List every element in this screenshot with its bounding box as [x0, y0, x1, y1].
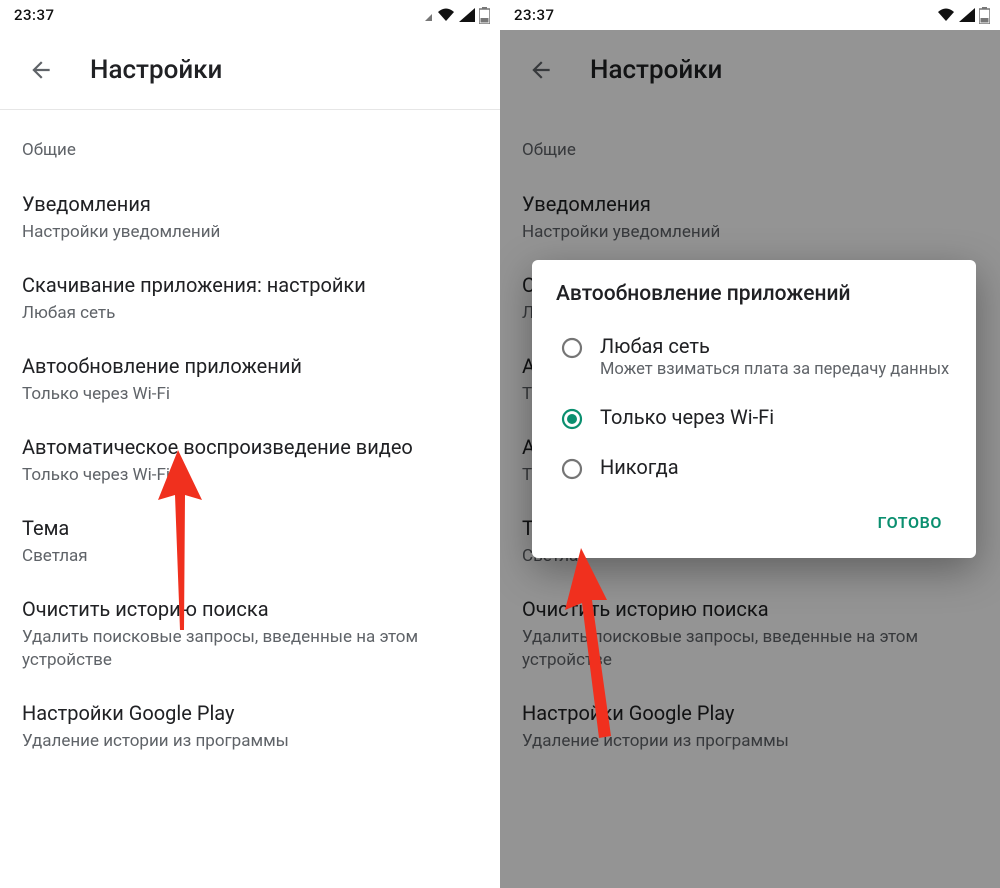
wifi-icon: [937, 8, 955, 22]
arrow-back-icon: [28, 57, 54, 83]
status-bar: 23:37: [0, 0, 500, 30]
item-clear-history[interactable]: Очистить историю поиска Удалить поисковы…: [0, 567, 500, 670]
arrow-back-icon: [528, 57, 554, 83]
back-button[interactable]: [20, 49, 62, 91]
radio-unchecked-icon: [560, 457, 584, 481]
item-sub: Настройки уведомлений: [522, 221, 978, 243]
item-title: Уведомления: [522, 192, 978, 217]
radio-checked-icon: [560, 407, 584, 431]
radio-unchecked-icon: [560, 336, 584, 360]
item-gplay[interactable]: Настройки Google Play Удаление истории и…: [500, 671, 1000, 752]
back-button[interactable]: [520, 49, 562, 91]
cell-signal-icon: [959, 8, 975, 22]
status-icons: [937, 7, 990, 24]
status-time: 23:37: [514, 6, 555, 24]
item-sub: Только через Wi-Fi: [22, 383, 478, 405]
option-label: Никогда: [600, 455, 960, 479]
item-title: Тема: [22, 516, 478, 541]
item-download[interactable]: Скачивание приложения: настройки Любая с…: [0, 243, 500, 324]
item-title: Скачивание приложения: настройки: [22, 273, 478, 298]
phone-right: 23:37 Настройки Общие Уведомления Настро…: [500, 0, 1000, 888]
item-title: Автообновление приложений: [22, 354, 478, 379]
status-bar: 23:37: [500, 0, 1000, 30]
cell-signal-icon: [459, 8, 475, 22]
item-sub: Удалить поисковые запросы, введенные на …: [522, 626, 978, 670]
item-title: Настройки Google Play: [22, 701, 478, 726]
item-sub: Только через Wi-Fi: [22, 464, 478, 486]
item-title: Настройки Google Play: [522, 701, 978, 726]
item-gplay[interactable]: Настройки Google Play Удаление истории и…: [0, 671, 500, 752]
item-notifications[interactable]: Уведомления Настройки уведомлений: [0, 170, 500, 243]
battery-icon: [979, 7, 990, 24]
item-autoplay[interactable]: Автоматическое воспроизведение видео Тол…: [0, 405, 500, 486]
page-title: Настройки: [90, 55, 222, 85]
option-wifi-only[interactable]: Только через Wi-Fi: [556, 393, 960, 443]
item-title: Уведомления: [22, 192, 478, 217]
option-any-network[interactable]: Любая сеть Может взиматься плата за пере…: [556, 322, 960, 393]
item-title: Очистить историю поиска: [22, 597, 478, 622]
item-sub: Настройки уведомлений: [22, 221, 478, 243]
page-title: Настройки: [590, 55, 722, 85]
status-icons: [425, 7, 490, 24]
item-sub: Удаление истории из программы: [522, 730, 978, 752]
dialog-title: Автообновление приложений: [556, 282, 960, 306]
signal-strength-half-icon: [425, 9, 433, 22]
item-sub: Светлая: [22, 545, 478, 567]
item-title: Очистить историю поиска: [522, 597, 978, 622]
item-autoupdate[interactable]: Автообновление приложений Только через W…: [0, 324, 500, 405]
option-label: Любая сеть: [600, 334, 960, 358]
item-notifications[interactable]: Уведомления Настройки уведомлений: [500, 170, 1000, 243]
item-sub: Удаление истории из программы: [22, 730, 478, 752]
item-title: Автоматическое воспроизведение видео: [22, 435, 478, 460]
item-clear-history[interactable]: Очистить историю поиска Удалить поисковы…: [500, 567, 1000, 670]
section-general: Общие: [0, 110, 500, 170]
option-sub: Может взиматься плата за передачу данных: [600, 360, 960, 381]
option-label: Только через Wi-Fi: [600, 405, 960, 429]
item-sub: Удалить поисковые запросы, введенные на …: [22, 626, 478, 670]
app-bar: Настройки: [500, 30, 1000, 110]
wifi-icon: [437, 8, 455, 22]
item-sub: Любая сеть: [22, 302, 478, 324]
phone-left: 23:37 Настройки Общие Уведомления Настро…: [0, 0, 500, 888]
battery-icon: [479, 7, 490, 24]
option-never[interactable]: Никогда: [556, 443, 960, 493]
done-button[interactable]: Готово: [868, 503, 952, 542]
section-general: Общие: [500, 110, 1000, 170]
app-bar: Настройки: [0, 30, 500, 110]
item-theme[interactable]: Тема Светлая: [0, 486, 500, 567]
status-time: 23:37: [14, 6, 55, 24]
autoupdate-dialog: Автообновление приложений Любая сеть Мож…: [532, 260, 976, 558]
